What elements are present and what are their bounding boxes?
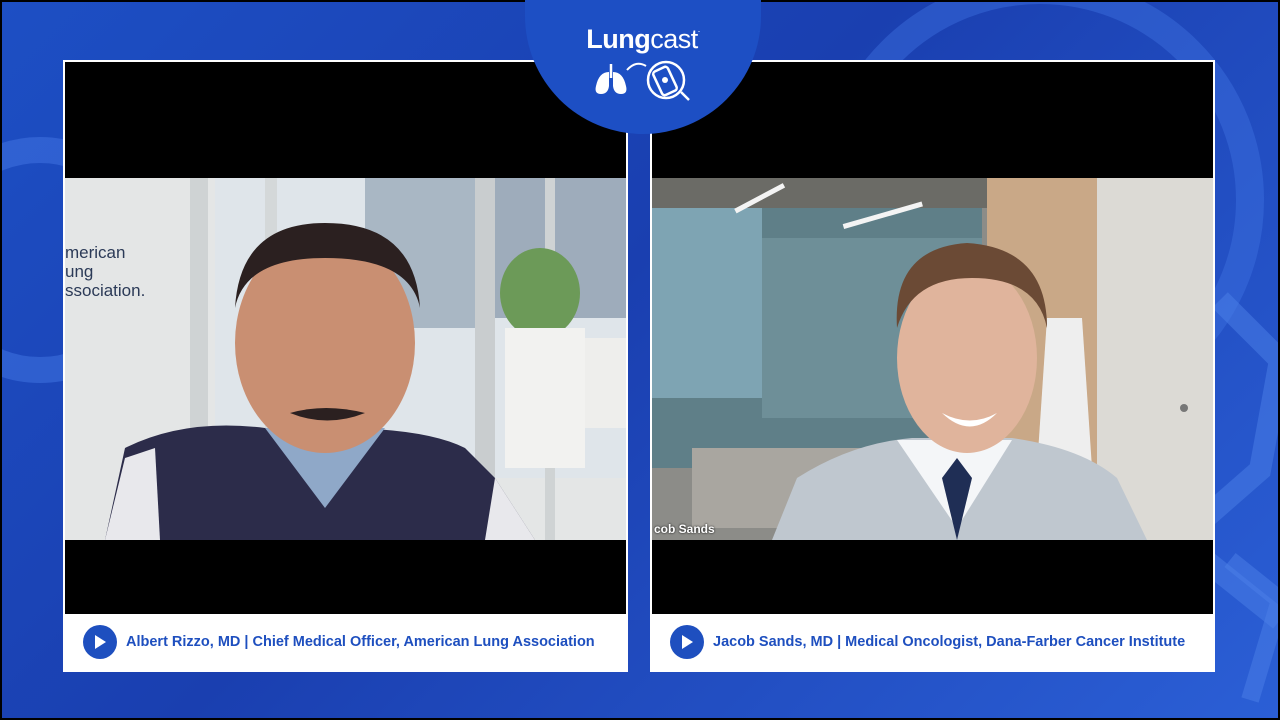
speaker-caption: Albert Rizzo, MD | Chief Medical Officer… xyxy=(126,634,595,650)
video-name-tag: cob Sands xyxy=(654,522,715,536)
video-panel-left: merican ung ssociation. Albert Rizzo, MD… xyxy=(63,60,628,672)
background-sign-line: ung xyxy=(65,262,94,281)
logo-wordmark-bold: Lung xyxy=(586,24,651,54)
video-feed-jacob-sands[interactable]: cob Sands xyxy=(652,178,1213,540)
play-icon[interactable] xyxy=(670,625,704,659)
logo-trademark: . xyxy=(697,24,701,34)
background-sign: merican ung ssociation. xyxy=(65,243,145,300)
caption-bar-right: Jacob Sands, MD | Medical Oncologist, Da… xyxy=(652,614,1213,670)
logo-wordmark-light: cast xyxy=(650,24,698,54)
logo-wordmark: Lungcast. xyxy=(525,24,761,55)
video-panel-right: cob Sands Jacob Sands, MD | Medical Onco… xyxy=(650,60,1215,672)
background-sign-line: ssociation. xyxy=(65,281,146,300)
speaker-caption: Jacob Sands, MD | Medical Oncologist, Da… xyxy=(713,634,1186,650)
video-feed-albert-rizzo[interactable]: merican ung ssociation. xyxy=(65,178,626,540)
play-icon[interactable] xyxy=(83,625,117,659)
caption-bar-left: Albert Rizzo, MD | Chief Medical Officer… xyxy=(65,614,626,670)
background-sign-line: merican xyxy=(65,243,126,262)
lungs-and-phone-icon xyxy=(591,56,701,109)
